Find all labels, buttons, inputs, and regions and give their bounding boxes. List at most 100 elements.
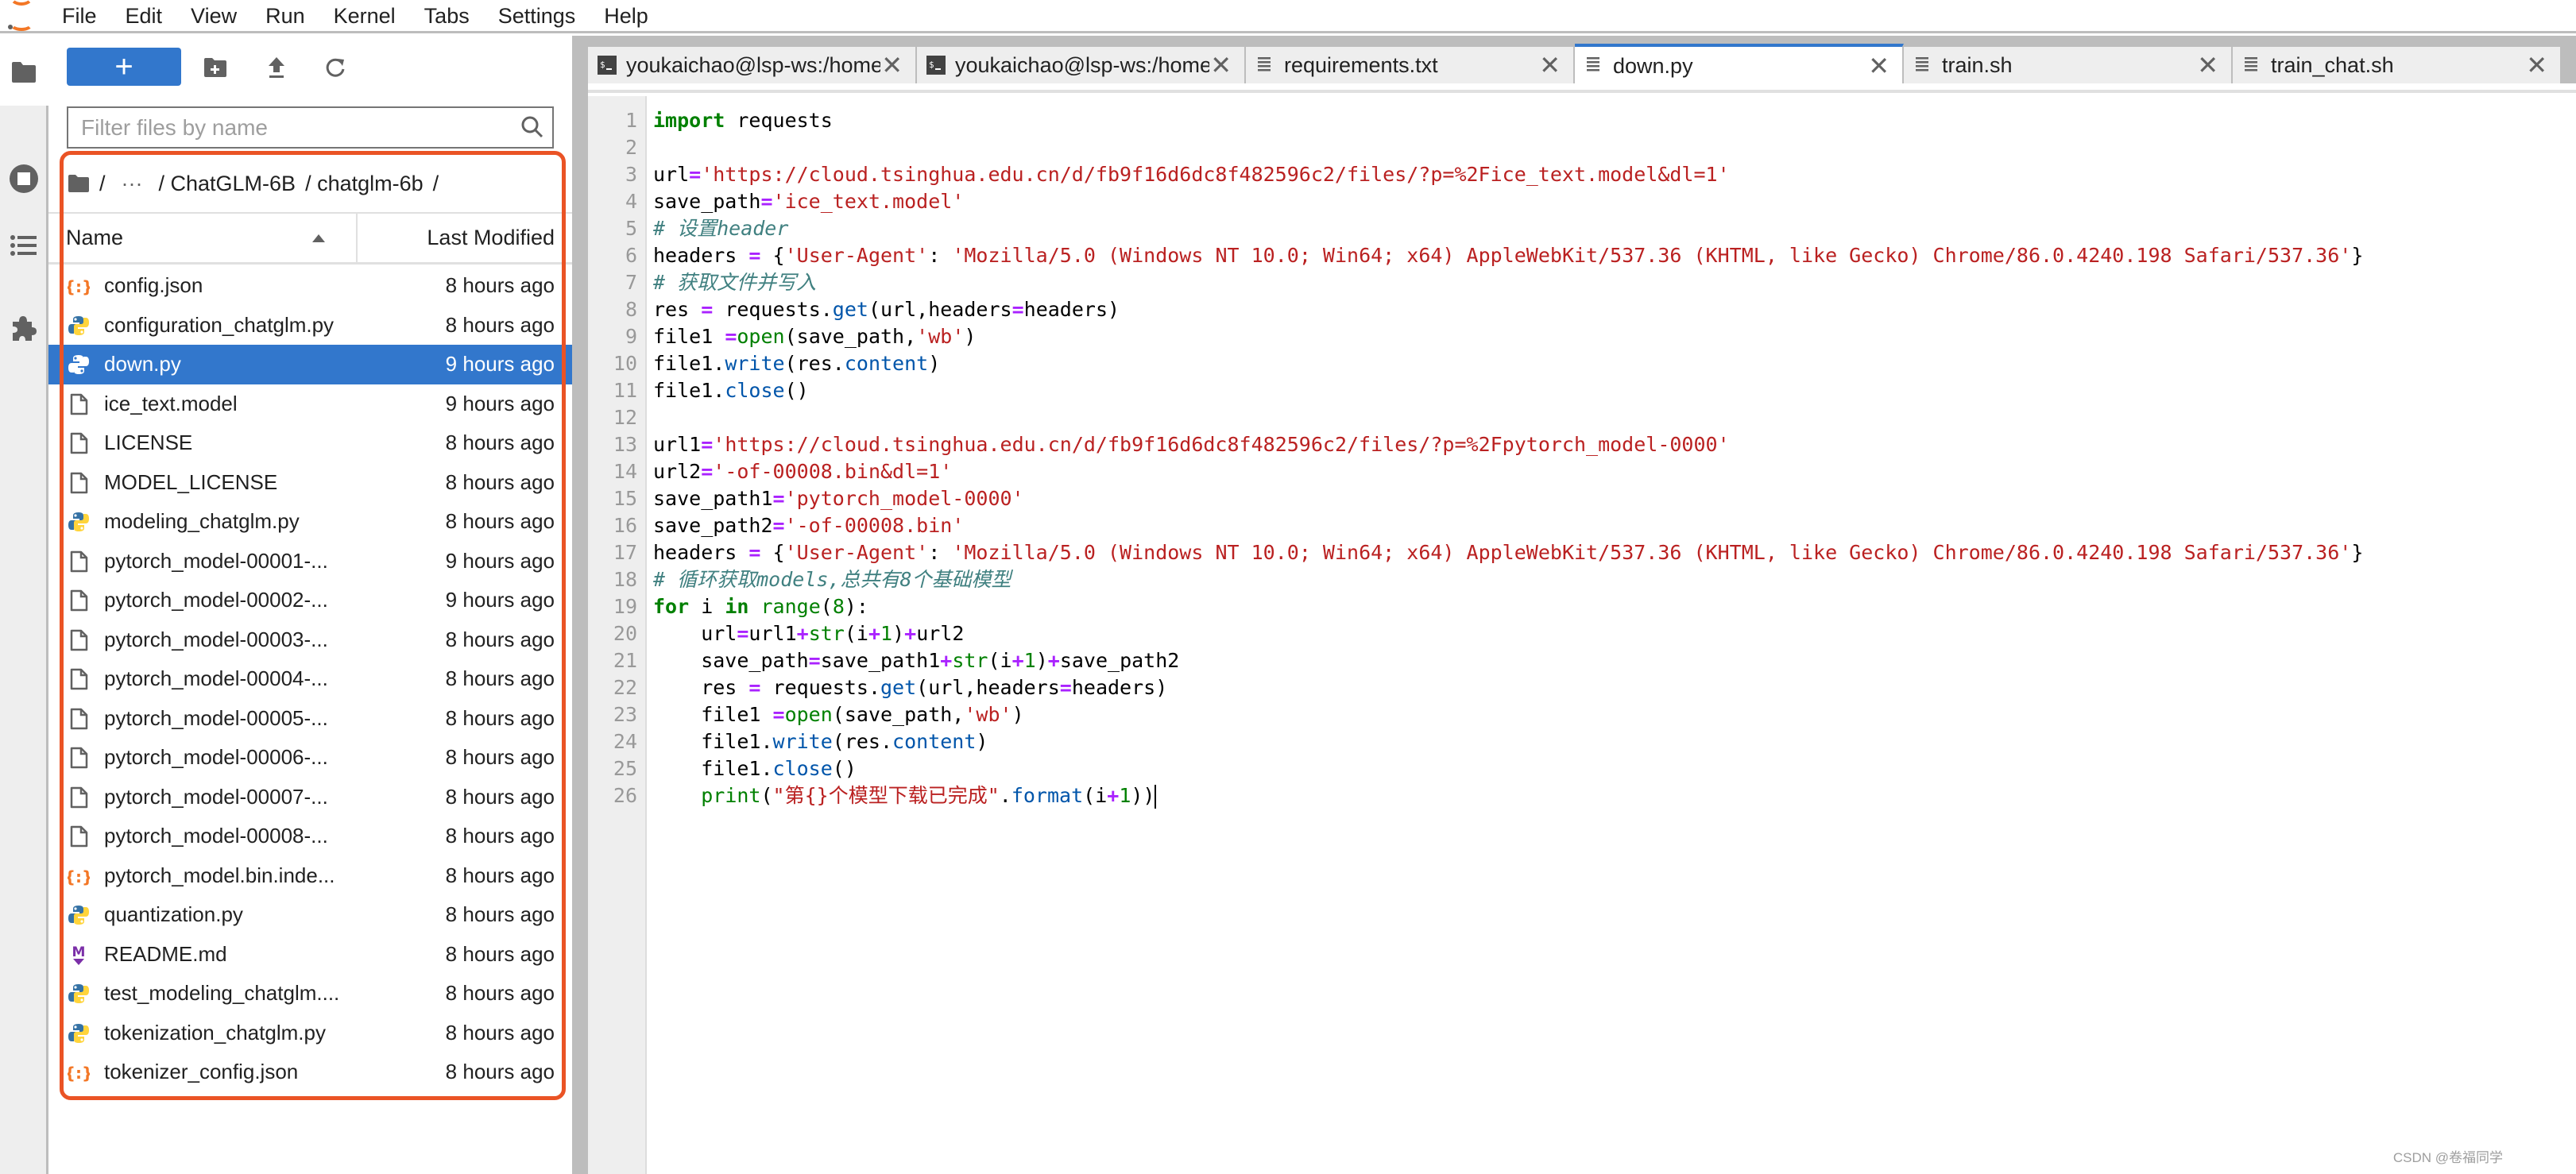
breadcrumb-chatglm-6b[interactable]: / chatglm-6b	[300, 172, 428, 196]
menu-bar: File Edit View Run Kernel Tabs Settings …	[0, 0, 2576, 33]
panel-splitter[interactable]	[572, 36, 588, 1174]
code-line[interactable]: for i in range(8):	[653, 593, 868, 620]
column-header-last-modified[interactable]: Last Modified	[427, 226, 555, 250]
file-row[interactable]: test_modeling_chatglm.... 8 hours ago	[48, 974, 572, 1014]
menu-edit[interactable]: Edit	[111, 1, 177, 31]
breadcrumb-home-folder-icon[interactable]	[68, 174, 90, 193]
refresh-icon[interactable]	[319, 52, 351, 83]
code-line[interactable]: url='https://cloud.tsinghua.edu.cn/d/fb9…	[653, 161, 1730, 188]
file-row[interactable]: pytorch_model-00005-... 8 hours ago	[48, 699, 572, 739]
code-line[interactable]: file1 =open(save_path,'wb')	[653, 323, 976, 350]
file-row[interactable]: LICENSE 8 hours ago	[48, 423, 572, 463]
file-row[interactable]: pytorch_model-00003-... 8 hours ago	[48, 620, 572, 660]
file-row[interactable]: ice_text.model 9 hours ago	[48, 384, 572, 424]
file-row[interactable]: {:} tokenizer_config.json 8 hours ago	[48, 1052, 572, 1092]
file-row[interactable]: pytorch_model-00006-... 8 hours ago	[48, 738, 572, 778]
file-row[interactable]: configuration_chatglm.py 8 hours ago	[48, 306, 572, 346]
editor-tab[interactable]: down.py ✕	[1575, 44, 1904, 85]
code-editor[interactable]: 1 2 3 4 5 6 7 8 9 10 11 12 13 14 15 16 17 18 19 20 21 22 23 24 2…	[588, 96, 2576, 1174]
code-line[interactable]: import requests	[653, 107, 833, 134]
menu-run[interactable]: Run	[251, 1, 319, 31]
file-row[interactable]: {:} pytorch_model.bin.inde... 8 hours ago	[48, 856, 572, 896]
code-line[interactable]: save_path='ice_text.model'	[653, 188, 964, 215]
file-row[interactable]: modeling_chatglm.py 8 hours ago	[48, 502, 572, 542]
file-row[interactable]: pytorch_model-00008-... 8 hours ago	[48, 817, 572, 856]
editor-tab[interactable]: train_chat.sh ✕	[2233, 47, 2562, 83]
code-line[interactable]: url2='-of-00008.bin&dl=1'	[653, 458, 952, 485]
new-launcher-button[interactable]: +	[67, 48, 181, 86]
text-file-icon	[1255, 56, 1274, 75]
filter-files-field[interactable]	[67, 106, 554, 149]
running-sessions-icon[interactable]	[6, 161, 41, 196]
editor-tab[interactable]: train.sh ✕	[1904, 47, 2233, 83]
file-name: pytorch_model-00007-...	[104, 784, 328, 809]
column-header-name[interactable]: Name	[66, 226, 123, 250]
close-tab-icon[interactable]: ✕	[881, 52, 903, 78]
menu-help[interactable]: Help	[590, 1, 663, 31]
column-divider[interactable]	[356, 214, 358, 263]
close-tab-icon[interactable]: ✕	[2526, 52, 2547, 78]
menu-tabs[interactable]: Tabs	[410, 1, 484, 31]
filter-files-input[interactable]	[68, 108, 497, 147]
upload-icon[interactable]	[261, 52, 292, 83]
code-line[interactable]: print("第{}个模型下载已完成".format(i+1))	[653, 782, 1157, 809]
code-line[interactable]: file1.write(res.content)	[653, 350, 940, 377]
folder-icon	[6, 55, 41, 90]
editor-tab[interactable]: $ youkaichao@lsp-ws:/home ✕	[917, 47, 1246, 83]
menu-file[interactable]: File	[48, 1, 111, 31]
file-name: tokenizer_config.json	[104, 1060, 299, 1084]
code-token: print	[701, 784, 761, 807]
code-line[interactable]: save_path1='pytorch_model-0000'	[653, 485, 1024, 512]
close-tab-icon[interactable]: ✕	[1210, 52, 1232, 78]
file-row[interactable]: quantization.py 8 hours ago	[48, 895, 572, 935]
code-line[interactable]: file1 =open(save_path,'wb')	[653, 701, 1023, 728]
code-line[interactable]: # 获取文件并写入	[653, 269, 816, 296]
file-row[interactable]: down.py 9 hours ago	[48, 345, 572, 384]
table-of-contents-icon[interactable]	[6, 228, 41, 263]
code-token: )	[892, 622, 905, 645]
close-tab-icon[interactable]: ✕	[1868, 53, 1889, 79]
code-line[interactable]: file1.close()	[653, 755, 857, 782]
menu-view[interactable]: View	[176, 1, 251, 31]
breadcrumb-chatglm-6b-parent[interactable]: / ChatGLM-6B	[154, 172, 301, 196]
code-line[interactable]: url1='https://cloud.tsinghua.edu.cn/d/fb…	[653, 431, 1730, 458]
code-line[interactable]: file1.close()	[653, 377, 809, 404]
file-row[interactable]: tokenization_chatglm.py 8 hours ago	[48, 1014, 572, 1053]
breadcrumb-root[interactable]: /	[95, 172, 110, 196]
editor-tab[interactable]: $ youkaichao@lsp-ws:/home ✕	[588, 47, 917, 83]
generic-file-icon	[68, 786, 90, 809]
file-name: configuration_chatglm.py	[104, 312, 335, 337]
code-line[interactable]: headers = {'User-Agent': 'Mozilla/5.0 (W…	[653, 539, 2363, 566]
code-line[interactable]: res = requests.get(url,headers=headers)	[653, 296, 1120, 323]
file-row[interactable]: pytorch_model-00007-... 8 hours ago	[48, 778, 572, 817]
code-line[interactable]: save_path=save_path1+str(i+1)+save_path2	[653, 647, 1179, 674]
activity-bar	[0, 36, 49, 1174]
line-number: 15	[613, 487, 637, 510]
new-folder-icon[interactable]	[199, 52, 231, 83]
file-row[interactable]: MODEL_LICENSE 8 hours ago	[48, 463, 572, 503]
file-row[interactable]: pytorch_model-00001-... 9 hours ago	[48, 542, 572, 581]
close-tab-icon[interactable]: ✕	[1539, 52, 1561, 78]
code-token: res	[653, 676, 749, 699]
file-row[interactable]: M README.md 8 hours ago	[48, 935, 572, 975]
file-row[interactable]: pytorch_model-00004-... 8 hours ago	[48, 659, 572, 699]
code-line[interactable]: url=url1+str(i+1)+url2	[653, 620, 964, 647]
code-line[interactable]: file1.write(res.content)	[653, 728, 988, 755]
code-line[interactable]: # 循环获取models,总共有8个基础模型	[653, 566, 1011, 593]
editor-tab[interactable]: requirements.txt ✕	[1246, 47, 1575, 83]
code-line[interactable]: headers = {'User-Agent': 'Mozilla/5.0 (W…	[653, 242, 2363, 269]
breadcrumb-ellipsis[interactable]: ···	[110, 172, 154, 196]
code-line[interactable]: save_path2='-of-00008.bin'	[653, 512, 964, 539]
code-token: }	[2351, 244, 2364, 267]
extensions-icon[interactable]	[6, 311, 41, 346]
code-line[interactable]: # 设置header	[653, 215, 788, 242]
menu-settings[interactable]: Settings	[484, 1, 590, 31]
code-token: save_path2	[1059, 649, 1180, 672]
file-row[interactable]: pytorch_model-00002-... 9 hours ago	[48, 581, 572, 620]
menu-kernel[interactable]: Kernel	[319, 1, 410, 31]
code-line[interactable]: res = requests.get(url,headers=headers)	[653, 674, 1167, 701]
file-row[interactable]: {:} config.json 8 hours ago	[48, 266, 572, 306]
activity-tab-file-browser[interactable]	[0, 36, 49, 106]
code-token: 'wb'	[964, 703, 1012, 726]
close-tab-icon[interactable]: ✕	[2197, 52, 2218, 78]
